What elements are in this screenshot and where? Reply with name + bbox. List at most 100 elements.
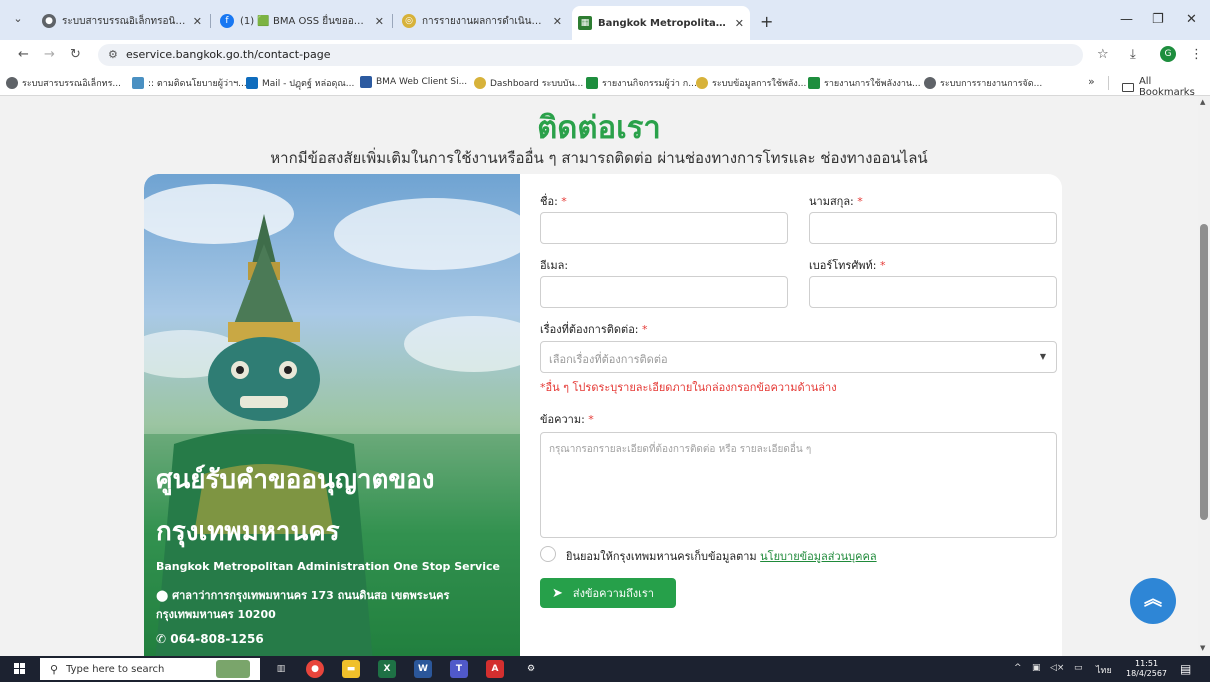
acrobat-icon[interactable]: A [486,660,504,678]
browser-tab-active[interactable]: ▦ Bangkok Metropolitan Admini ✕ [572,6,750,40]
bookmark-item[interactable]: Dashboard ระบบบัน... [474,76,583,90]
volume-icon[interactable]: ◁× [1050,663,1064,673]
first-name-input[interactable] [540,212,788,244]
scroll-up-arrow-icon[interactable]: ▲ [1200,98,1205,106]
bookmark-label: :: ตามติดนโยบายผู้ว่าฯ... [148,79,247,89]
bookmark-item[interactable]: Mail - ปฏุตฐ์ หล่อดุณ... [246,76,354,90]
bookmark-item[interactable]: รายงานกิจกรรมผู้ว่า ก... [586,76,697,90]
bookmark-label: ระบบสารบรรณอิเล็กทร... [22,79,121,89]
outlook-icon [246,77,258,89]
phone-icon: ✆ [156,632,171,646]
close-tab-icon[interactable]: ✕ [735,17,744,30]
notification-icon[interactable]: ▤ [1180,662,1191,676]
minimize-icon[interactable]: — [1120,12,1133,27]
network-icon[interactable]: ▭ [1074,663,1083,673]
all-bookmarks-label: All Bookmarks [1138,76,1195,98]
tab-title: (1) 🟩 BMA OSS ยื่นขออนุญาตออ [240,15,369,27]
chrome-icon[interactable]: ● [306,660,324,678]
meet-now-icon[interactable]: ▣ [1032,663,1041,673]
close-tab-icon[interactable]: ✕ [553,15,562,28]
page-scrollbar[interactable]: ▲ ▼ [1198,96,1210,656]
dashboard-icon [696,77,708,89]
tab-title: การรายงานผลการดำเนินการตามมาต [422,15,547,27]
hero-heading-line1: ศูนย์รับคำขออนุญาตของ [156,465,435,495]
all-bookmarks-button[interactable]: All Bookmarks [1122,76,1210,98]
address-bar[interactable]: ⚙ eservice.bangkok.go.th/contact-page [98,44,1083,66]
browser-tab-1[interactable]: ● ระบบสารบรรณอิเล็กทรอนิกส์ของกรุ ✕ [36,8,208,34]
bookmark-star-icon[interactable]: ☆ [1097,47,1109,62]
bookmark-label: ระบบการรายงานการจัด... [940,79,1043,89]
required-mark: * [642,323,648,336]
topic-label: เรื่องที่ต้องการติดต่อ: * [540,320,648,338]
folder-icon [1122,82,1134,92]
bookmark-item[interactable]: ระบบข้อมูลการใช้พลัง... [696,76,806,90]
consent-radio[interactable] [540,546,556,562]
scroll-down-arrow-icon[interactable]: ▼ [1200,644,1205,652]
weather-widget-icon[interactable] [216,660,250,678]
language-indicator[interactable]: ไทย [1096,663,1112,677]
file-explorer-icon[interactable]: ▬ [342,660,360,678]
bookmark-item[interactable]: รายงานการใช้พลังงาน... [808,76,921,90]
tray-overflow-icon[interactable]: ^ [1014,663,1022,673]
topic-label-text: เรื่องที่ต้องการติดต่อ: [540,323,639,336]
hero-phone: ✆ 064-808-1256 [156,632,264,646]
bookmark-label: Dashboard ระบบบัน... [490,79,584,89]
scroll-thumb[interactable] [1200,224,1208,520]
zimbra-icon [360,76,372,88]
consent-label: ยินยอมให้กรุงเทพมหานครเก็บข้อมูลตาม [566,550,757,563]
site-info-icon[interactable]: ⚙ [108,48,118,61]
close-tab-icon[interactable]: ✕ [193,15,202,28]
forward-arrow-icon[interactable]: → [44,47,55,62]
submit-button-label: ส่งข้อความถึงเรา [572,587,654,600]
globe-icon [6,77,18,89]
new-tab-button[interactable]: + [760,12,773,31]
reload-icon[interactable]: ↻ [70,47,81,62]
topic-select[interactable]: เลือกเรื่องที่ต้องการติดต่อ ▼ [540,341,1057,373]
phone-label: เบอร์โทรศัพท์: * [809,256,886,274]
teams-icon[interactable]: T [450,660,468,678]
scroll-to-top-button[interactable]: ︽ [1130,578,1176,624]
windows-start-icon[interactable] [14,663,26,675]
message-textarea[interactable]: กรุณากรอกรายละเอียดที่ต้องการติดต่อ หรือ… [540,432,1057,538]
tab-divider [392,14,393,28]
last-name-label-text: นามสกุล: [809,195,854,208]
browser-tab-3[interactable]: ◎ การรายงานผลการดำเนินการตามมาต ✕ [396,8,568,34]
hero-heading-line2: กรุงเทพมหานคร [156,517,340,547]
bookmark-item[interactable]: ระบบสารบรรณอิเล็กทร... [6,76,121,90]
more-menu-icon[interactable]: ⋮ [1190,47,1203,62]
word-icon[interactable]: W [414,660,432,678]
map-pin-icon: ⬤ [156,589,173,602]
privacy-policy-link[interactable]: นโยบายข้อมูลส่วนบุคคล [760,550,876,563]
phone-label-text: เบอร์โทรศัพท์: [809,259,877,272]
profile-avatar[interactable]: G [1160,46,1176,62]
back-arrow-icon[interactable]: ← [18,47,29,62]
email-input[interactable] [540,276,788,308]
clock-time: 11:51 [1134,659,1159,668]
last-name-input[interactable] [809,212,1057,244]
page-subtitle: หากมีข้อสงสัยเพิ่มเติมในการใช้งานหรืออื่… [270,149,928,167]
hero-address-text: ศาลาว่าการกรุงเทพมหานคร 173 ถนนดินสอ เขต… [156,589,450,621]
bookmark-item[interactable]: ระบบการรายงานการจัด... [924,76,1042,90]
download-icon[interactable]: ⤓ [1130,47,1136,62]
excel-icon[interactable]: X [378,660,396,678]
restore-icon[interactable]: ❐ [1152,12,1164,27]
close-tab-icon[interactable]: ✕ [375,15,384,28]
bookmark-item[interactable]: :: ตามติดนโยบายผู้ว่าฯ... [132,76,247,90]
hero-subtitle: Bangkok Metropolitan Administration One … [156,560,500,573]
browser-tab-2[interactable]: f (1) 🟩 BMA OSS ยื่นขออนุญาตออ ✕ [214,8,390,34]
topic-select-placeholder: เลือกเรื่องที่ต้องการติดต่อ [549,353,668,366]
task-view-icon[interactable]: ▥ [272,660,290,678]
bookmark-item[interactable]: BMA Web Client Si... [360,76,467,88]
first-name-label-text: ชื่อ: [540,195,558,208]
submit-button[interactable]: ➤ ส่งข้อความถึงเรา [540,578,676,608]
tab-search-icon[interactable]: ⌄ [8,12,28,28]
double-chevron-up-icon: ︽ [1144,589,1162,610]
close-window-icon[interactable]: ✕ [1186,12,1197,27]
message-label-text: ข้อความ: [540,413,585,426]
phone-input[interactable] [809,276,1057,308]
bookmarks-overflow-button[interactable]: » [1088,75,1095,88]
system-clock[interactable]: 11:51 18/4/2567 [1126,659,1167,679]
bookmark-label: รายงานกิจกรรมผู้ว่า ก... [602,79,697,89]
settings-gear-icon[interactable]: ⚙ [522,660,540,678]
bookmarks-bar: ระบบสารบรรณอิเล็กทร... :: ตามติดนโยบายผู… [0,70,1210,98]
